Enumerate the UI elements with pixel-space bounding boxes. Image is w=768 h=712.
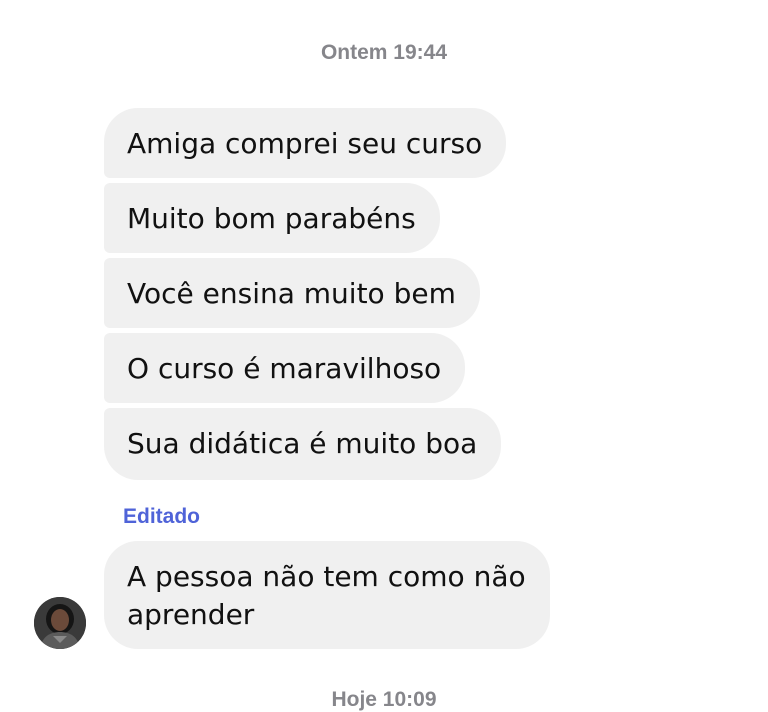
message-bubble[interactable]: O curso é maravilhoso: [104, 333, 466, 403]
message-bubble[interactable]: Sua didática é muito boa: [104, 408, 502, 480]
timestamp-yesterday: Ontem 19:44: [320, 41, 448, 64]
sender-avatar-icon: [34, 597, 86, 649]
message-bubble-edited[interactable]: A pessoa não tem como não aprender: [104, 541, 550, 649]
message-bubble[interactable]: Muito bom parabéns: [104, 183, 440, 253]
edited-label[interactable]: Editado: [123, 505, 200, 529]
avatar[interactable]: [34, 597, 86, 649]
message-bubble[interactable]: Amiga comprei seu curso: [104, 108, 507, 178]
message-bubble[interactable]: Você ensina muito bem: [104, 258, 480, 328]
timestamp-today: Hoje 10:09: [331, 688, 437, 711]
